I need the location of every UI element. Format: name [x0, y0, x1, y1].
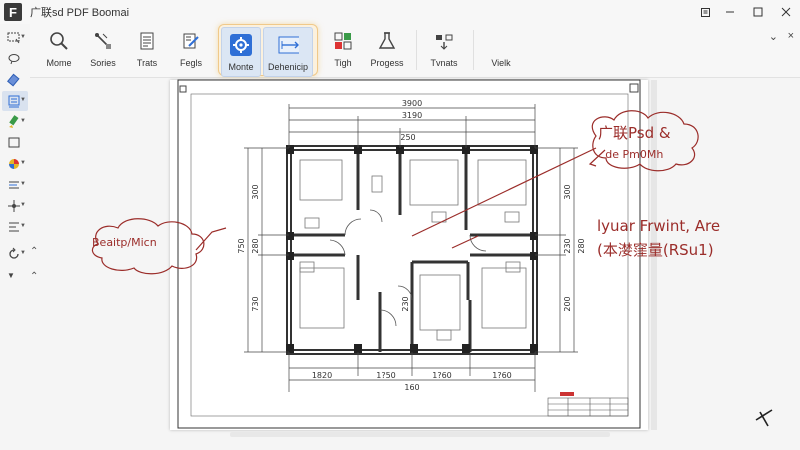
dim-left-3: 280: [251, 238, 260, 253]
dim-left-4: 730: [251, 296, 260, 311]
dim-inner: 230: [401, 296, 410, 311]
text-note-line-1: lyuar Frwint, Are: [597, 217, 721, 235]
dim-bottom-4: 1?60: [492, 371, 512, 380]
dim-right-2: 230: [563, 238, 572, 253]
title-block: [547, 392, 629, 417]
dim-right-3: 280: [577, 238, 586, 253]
cloud-note-line-1: 广联Psd &: [598, 124, 671, 142]
dim-top-1: 3900: [402, 99, 422, 108]
corner-resize-icon[interactable]: [755, 409, 773, 427]
cloud-note-left[interactable]: Beaitp/Micn: [92, 236, 157, 249]
dim-right-4: 200: [563, 296, 572, 311]
dim-bottom-1: 1820: [312, 371, 332, 380]
cloud-note-top-right[interactable]: 广联Psd & de Pm0Mh: [598, 122, 671, 166]
dim-bottom-2: 1?50: [376, 371, 396, 380]
dim-left-1: 300: [251, 184, 260, 199]
dim-left-2: 750: [237, 238, 246, 253]
corner-mark: [179, 85, 187, 93]
dim-bottom-3: 1?60: [432, 371, 452, 380]
corner-mark: [629, 83, 639, 93]
cloud-tail-left: [195, 227, 227, 251]
pdf-app-window: F 广联sd PDF Boomai Mome Sories Trats Fegl…: [0, 0, 800, 450]
text-note-right[interactable]: lyuar Frwint, Are (本漤窪量(RSu1): [597, 214, 720, 262]
dim-bottom-5: 160: [404, 383, 419, 392]
dim-top-3: 250: [400, 133, 415, 142]
interior-walls: [289, 148, 535, 352]
dim-top-2: 3190: [402, 111, 422, 120]
text-note-line-2: (本漤窪量(RSu1): [597, 241, 714, 259]
cloud-note-line-2: de Pm0Mh: [605, 148, 664, 161]
dim-right-1: 300: [563, 184, 572, 199]
